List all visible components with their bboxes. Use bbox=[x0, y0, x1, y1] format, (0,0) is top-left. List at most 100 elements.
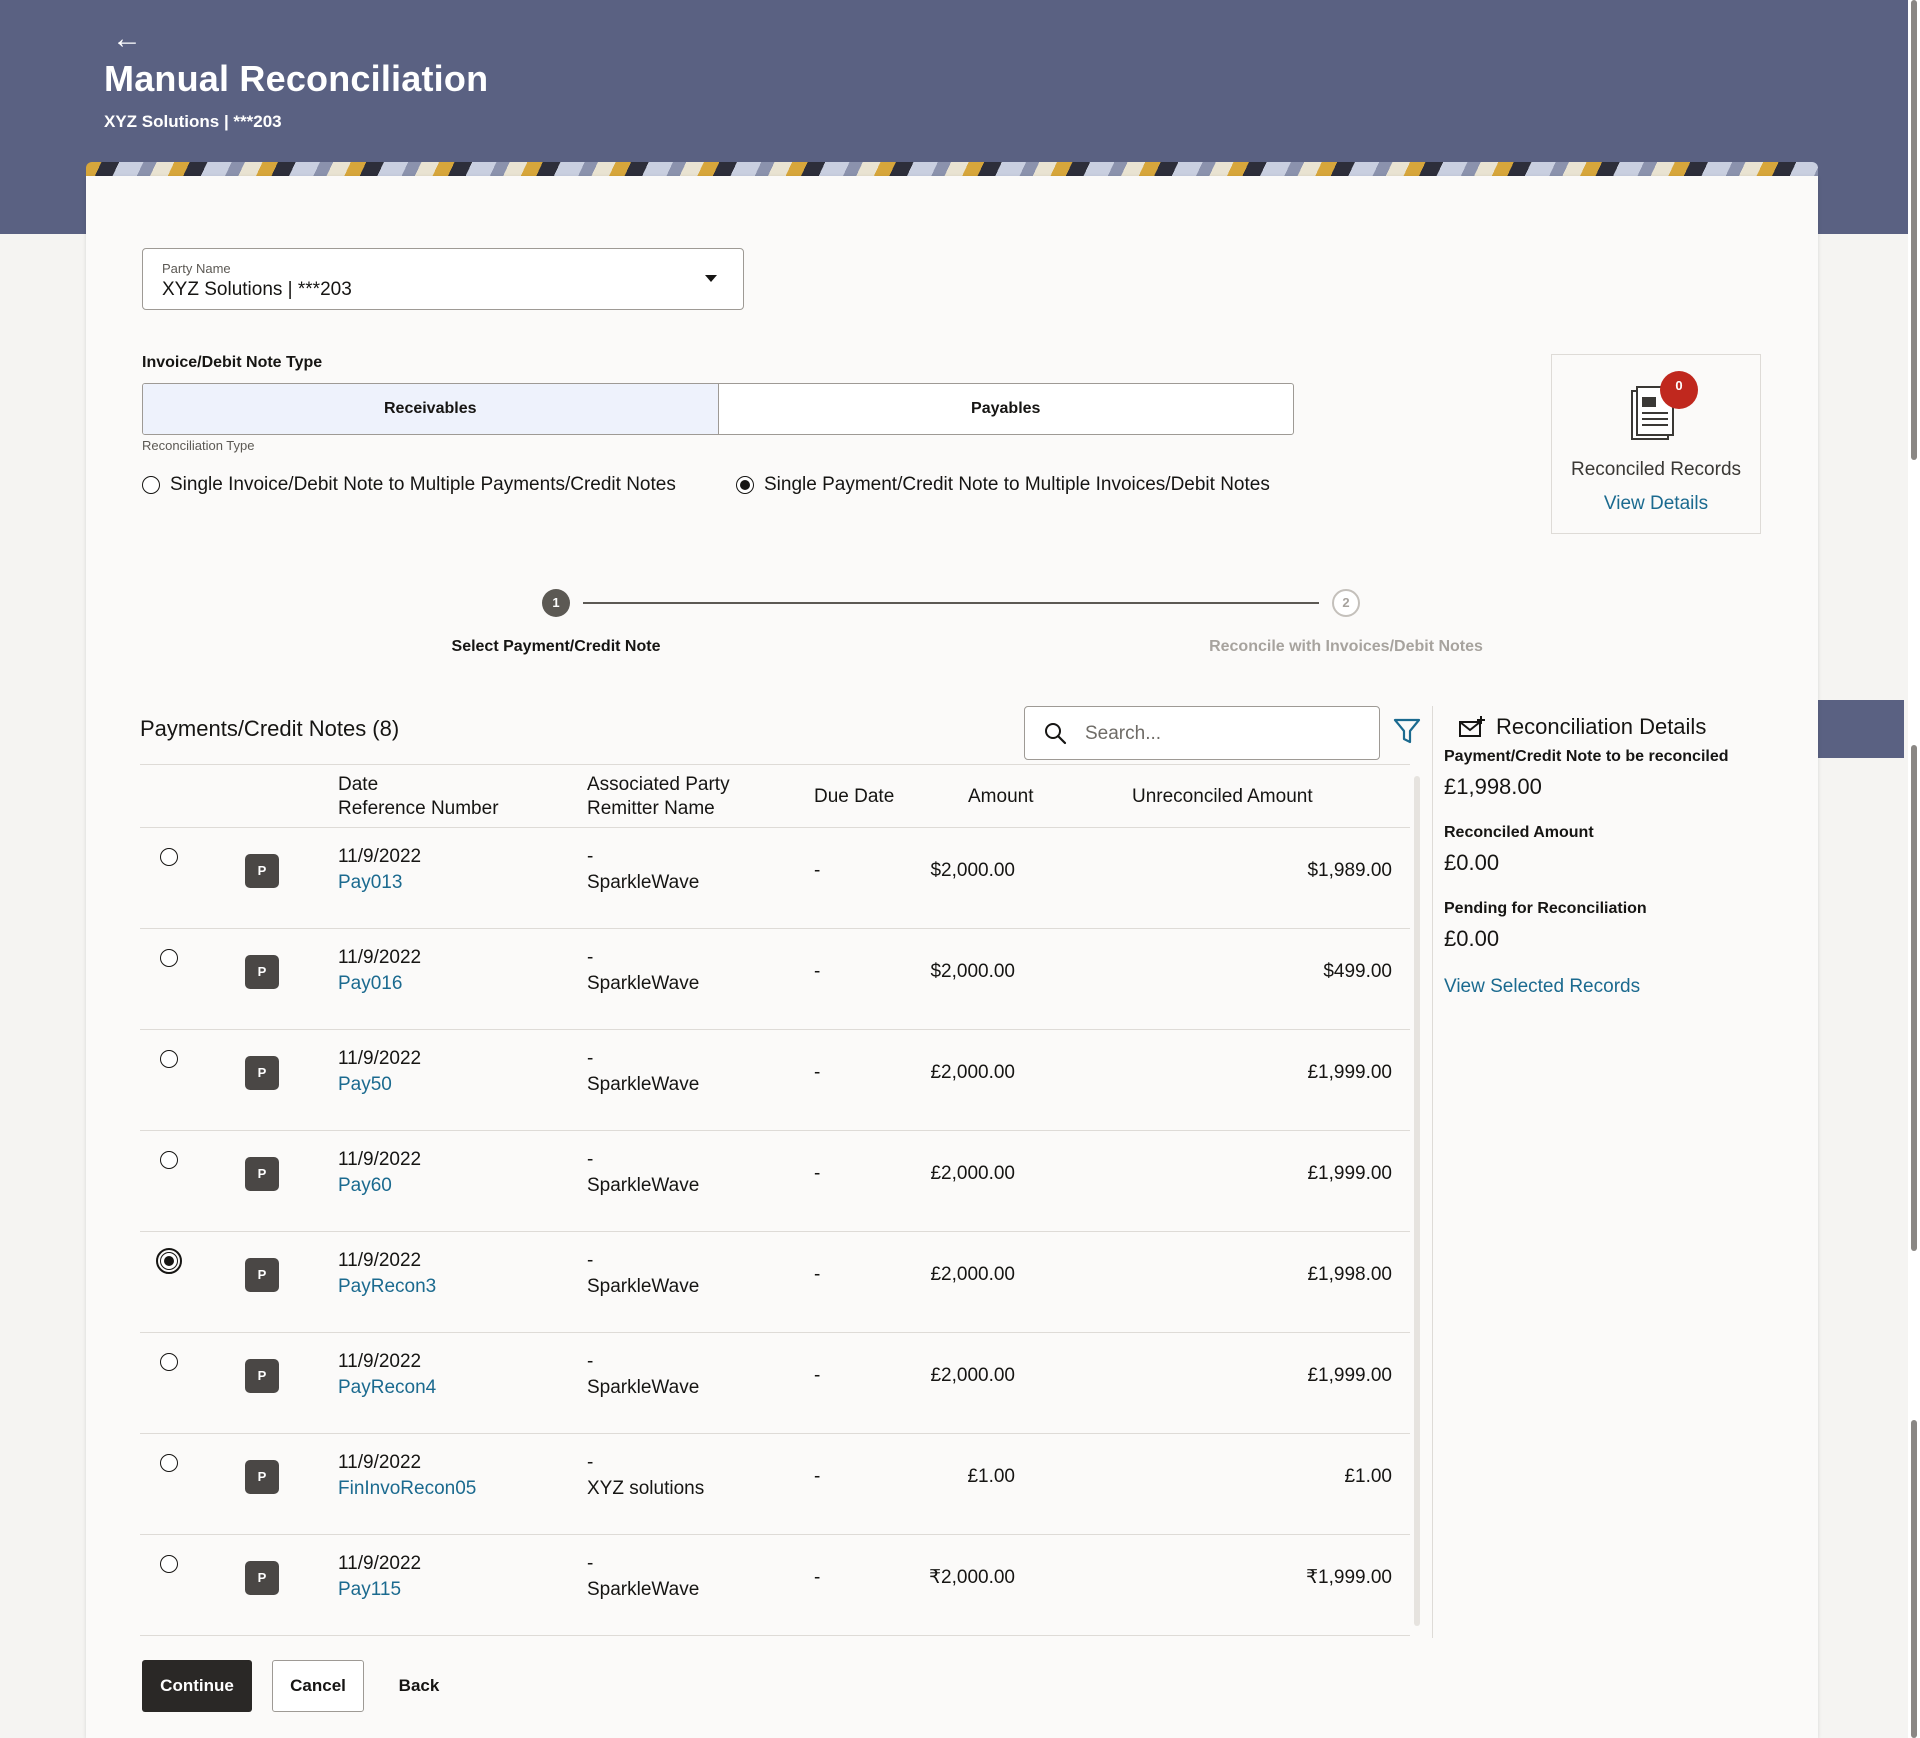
step-2-label: Reconcile with Invoices/Debit Notes bbox=[1209, 638, 1483, 655]
row-associated-party: - bbox=[587, 1553, 594, 1574]
header-date: Date bbox=[338, 774, 379, 795]
row-reference-link[interactable]: PayRecon3 bbox=[338, 1274, 436, 1300]
column-header-date: Date Reference Number bbox=[338, 773, 499, 821]
header-reference-number: Reference Number bbox=[338, 798, 499, 819]
payments-table: Date Reference Number Associated Party R… bbox=[140, 764, 1410, 1636]
row-reference-link[interactable]: Pay115 bbox=[338, 1577, 401, 1603]
receivables-option[interactable]: Receivables bbox=[143, 384, 719, 434]
table-row[interactable]: P 11/9/2022 PayRecon4 - SparkleWave - £2,000.0… bbox=[140, 1333, 1410, 1434]
search-icon bbox=[1045, 723, 1067, 745]
row-select-radio[interactable] bbox=[160, 949, 178, 967]
row-unreconciled-amount: £1,998.00 bbox=[1307, 1264, 1392, 1285]
table-row[interactable]: P 11/9/2022 Pay013 - SparkleWave - $2,000.00 $1… bbox=[140, 828, 1410, 929]
decorative-strip bbox=[86, 162, 1818, 176]
row-associated-party: - bbox=[587, 846, 594, 867]
filter-icon[interactable] bbox=[1392, 716, 1422, 746]
row-select-radio[interactable] bbox=[156, 1248, 182, 1274]
payables-option[interactable]: Payables bbox=[719, 384, 1294, 434]
row-remitter-name: SparkleWave bbox=[587, 1276, 700, 1297]
row-reference-link[interactable]: Pay016 bbox=[338, 971, 402, 997]
view-details-link[interactable]: View Details bbox=[1552, 493, 1760, 515]
row-reference-link[interactable]: Pay50 bbox=[338, 1072, 392, 1098]
party-name-dropdown[interactable]: Party Name XYZ Solutions | ***203 bbox=[142, 248, 744, 310]
row-unreconciled-amount: £1,999.00 bbox=[1307, 1365, 1392, 1386]
count-badge: 0 bbox=[1660, 371, 1698, 409]
payment-type-badge: P bbox=[245, 1359, 279, 1393]
reconciliation-details-title: Reconciliation Details bbox=[1496, 714, 1707, 739]
payment-type-badge: P bbox=[245, 1157, 279, 1191]
main-card: Party Name XYZ Solutions | ***203 Invoic… bbox=[86, 176, 1818, 1738]
payment-type-badge: P bbox=[245, 1056, 279, 1090]
row-date: 11/9/2022 bbox=[338, 1149, 422, 1170]
table-row[interactable]: P 11/9/2022 Pay60 - SparkleWave - £2,000.00 £1,… bbox=[140, 1131, 1410, 1232]
back-button[interactable]: Back bbox=[384, 1660, 454, 1712]
row-unreconciled-amount: ₹1,999.00 bbox=[1305, 1567, 1392, 1588]
recon-type-option-label: Single Invoice/Debit Note to Multiple Pa… bbox=[170, 474, 676, 495]
row-amount: £2,000.00 bbox=[930, 1264, 1015, 1285]
pending-reconciliation-value: £0.00 bbox=[1444, 926, 1500, 951]
radio-button-selected[interactable] bbox=[736, 476, 754, 494]
page-scrollbar[interactable] bbox=[1908, 0, 1920, 1738]
row-amount: ₹2,000.00 bbox=[928, 1567, 1015, 1588]
side-panel-tab[interactable] bbox=[1818, 700, 1904, 758]
invoice-type-label: Invoice/Debit Note Type bbox=[142, 354, 323, 371]
row-unreconciled-amount: $1,989.00 bbox=[1307, 860, 1392, 881]
header-remitter-name: Remitter Name bbox=[587, 798, 715, 819]
reconciled-records-card: 0 Reconciled Records View Details bbox=[1551, 354, 1761, 534]
payment-type-badge: P bbox=[245, 854, 279, 888]
row-remitter-name: SparkleWave bbox=[587, 1377, 700, 1398]
row-select-radio[interactable] bbox=[160, 1454, 178, 1472]
row-due-date: - bbox=[814, 1264, 821, 1285]
scrollbar-thumb[interactable] bbox=[1911, 1420, 1917, 1738]
cancel-button[interactable]: Cancel bbox=[272, 1660, 364, 1712]
pending-reconciliation-label: Pending for Reconciliation bbox=[1444, 900, 1647, 917]
row-select-radio[interactable] bbox=[160, 1555, 178, 1573]
recon-type-option-single-payment[interactable]: Single Payment/Credit Note to Multiple I… bbox=[736, 474, 1270, 496]
header-associated-party: Associated Party bbox=[587, 774, 730, 795]
row-select-radio[interactable] bbox=[160, 848, 178, 866]
row-amount: £1.00 bbox=[967, 1466, 1015, 1487]
scrollbar-thumb[interactable] bbox=[1911, 0, 1917, 460]
row-select-radio[interactable] bbox=[160, 1151, 178, 1169]
mail-plus-icon bbox=[1459, 716, 1485, 737]
table-header: Date Reference Number Associated Party R… bbox=[140, 764, 1410, 828]
row-amount: £2,000.00 bbox=[930, 1163, 1015, 1184]
table-row[interactable]: P 11/9/2022 Pay016 - SparkleWave - $2,000.00 $4… bbox=[140, 929, 1410, 1030]
row-amount: $2,000.00 bbox=[930, 961, 1015, 982]
scrollbar-track[interactable] bbox=[1414, 776, 1420, 1626]
row-unreconciled-amount: £1,999.00 bbox=[1307, 1163, 1392, 1184]
recon-type-option-single-invoice[interactable]: Single Invoice/Debit Note to Multiple Pa… bbox=[142, 474, 676, 496]
row-date: 11/9/2022 bbox=[338, 1553, 422, 1574]
table-body: P 11/9/2022 Pay013 - SparkleWave - $2,000.00 $1… bbox=[140, 828, 1410, 1636]
reconciled-amount-value: £0.00 bbox=[1444, 850, 1500, 875]
view-selected-records-link[interactable]: View Selected Records bbox=[1444, 976, 1640, 998]
scrollbar-thumb[interactable] bbox=[1911, 745, 1917, 1251]
row-reference-link[interactable]: PayRecon4 bbox=[338, 1375, 436, 1401]
table-row[interactable]: P 11/9/2022 Pay50 - SparkleWave - £2,000.00 £1,… bbox=[140, 1030, 1410, 1131]
reconciled-amount-label: Reconciled Amount bbox=[1444, 824, 1594, 841]
row-associated-party: - bbox=[587, 1048, 594, 1069]
arrow-left-icon[interactable]: ← bbox=[112, 24, 142, 54]
radio-button[interactable] bbox=[142, 476, 160, 494]
search-input[interactable] bbox=[1085, 721, 1365, 747]
payment-type-badge: P bbox=[245, 1460, 279, 1494]
continue-button[interactable]: Continue bbox=[142, 1660, 252, 1712]
row-associated-party: - bbox=[587, 1149, 594, 1170]
recon-type-option-label: Single Payment/Credit Note to Multiple I… bbox=[764, 474, 1270, 495]
search-box[interactable] bbox=[1024, 706, 1380, 760]
row-reference-link[interactable]: FinInvoRecon05 bbox=[338, 1476, 476, 1502]
table-row[interactable]: P 11/9/2022 PayRecon3 - SparkleWave - £2,000.0… bbox=[140, 1232, 1410, 1333]
page-title: Manual Reconciliation bbox=[104, 58, 489, 99]
row-reference-link[interactable]: Pay60 bbox=[338, 1173, 392, 1199]
row-unreconciled-amount: £1,999.00 bbox=[1307, 1062, 1392, 1083]
payment-type-badge: P bbox=[245, 1561, 279, 1595]
row-reference-link[interactable]: Pay013 bbox=[338, 870, 402, 896]
table-row[interactable]: P 11/9/2022 FinInvoRecon05 - XYZ solutions - £… bbox=[140, 1434, 1410, 1535]
row-select-radio[interactable] bbox=[160, 1050, 178, 1068]
table-row[interactable]: P 11/9/2022 Pay115 - SparkleWave - ₹2,000.00 ₹1… bbox=[140, 1535, 1410, 1636]
row-due-date: - bbox=[814, 1163, 821, 1184]
row-amount: £2,000.00 bbox=[930, 1365, 1015, 1386]
payment-type-badge: P bbox=[245, 1258, 279, 1292]
table-scrollbar[interactable] bbox=[1412, 766, 1422, 1636]
row-select-radio[interactable] bbox=[160, 1353, 178, 1371]
